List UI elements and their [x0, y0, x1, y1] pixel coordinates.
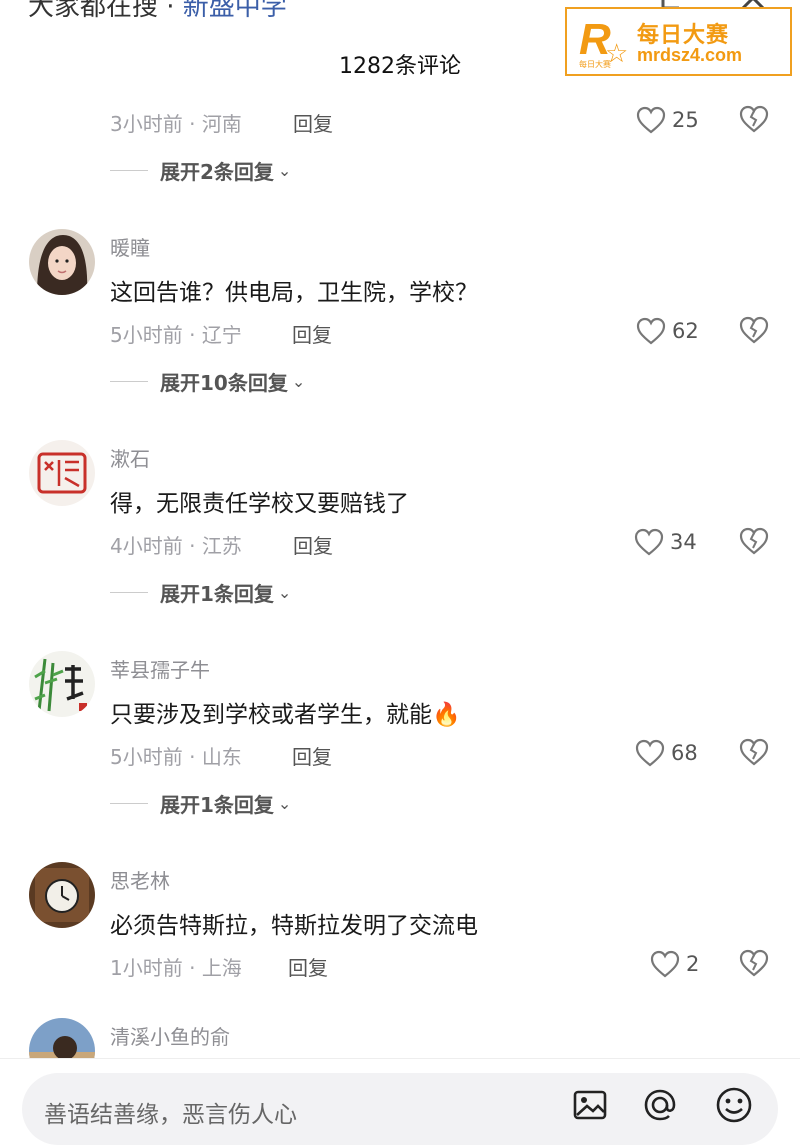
comment-meta: 3小时前 · 河南	[110, 112, 242, 136]
username[interactable]: 莘县孺子牛	[110, 654, 210, 683]
avatar[interactable]	[29, 229, 95, 295]
like-button[interactable]: 25	[636, 104, 699, 136]
expand-replies-label: 展开2条回复	[160, 159, 274, 184]
comment-location: 上海	[201, 956, 242, 980]
avatar[interactable]	[29, 862, 95, 928]
comment-input[interactable]: 善语结善缘，恶言伤人心	[22, 1073, 778, 1145]
search-hint-prefix: 大家都在搜 ·	[28, 0, 183, 22]
heart-icon	[636, 106, 666, 134]
reply-button[interactable]: 回复	[288, 952, 328, 981]
comment-text: 必须告特斯拉，特斯拉发明了交流电	[110, 913, 478, 939]
username[interactable]: 暖瞳	[110, 232, 150, 261]
comment-location: 河南	[201, 112, 242, 136]
comment-text: 这回告谁？供电局，卫生院，学校？	[110, 280, 478, 306]
like-button[interactable]: 62	[636, 315, 699, 347]
username[interactable]: 漱石	[110, 443, 150, 472]
comment-meta: 1小时前 · 上海	[110, 956, 242, 980]
comment-text-body: 只要涉及到学校或者学生，就能	[110, 702, 432, 728]
chevron-down-icon: ⌄	[291, 371, 306, 391]
watermark-url: mrdsz4.com	[637, 45, 743, 65]
search-hint-link[interactable]: 新盛中学	[183, 0, 287, 22]
dislike-button[interactable]	[738, 526, 770, 558]
reply-button[interactable]: 回复	[292, 741, 332, 770]
expand-replies-label: 展开1条回复	[160, 581, 274, 606]
emoji-icon[interactable]	[714, 1085, 754, 1125]
username[interactable]: 思老林	[110, 865, 170, 894]
comment-time: 4小时前	[110, 534, 183, 558]
heart-icon	[635, 739, 665, 767]
like-count: 68	[671, 741, 698, 765]
comment-meta: 5小时前 · 辽宁	[110, 323, 242, 347]
username[interactable]: 清溪小鱼的俞	[110, 1021, 230, 1050]
comment-text: 只要涉及到学校或者学生，就能🔥	[110, 695, 461, 729]
comment-time: 3小时前	[110, 112, 183, 136]
expand-replies[interactable]: 展开2条回复 ⌄	[110, 155, 291, 185]
expand-replies-label: 展开10条回复	[160, 370, 288, 395]
like-button[interactable]: 68	[635, 737, 698, 769]
like-count: 34	[670, 530, 697, 554]
dislike-button[interactable]	[738, 315, 770, 347]
divider-line	[110, 380, 148, 382]
divider-line	[110, 169, 148, 171]
comment-time: 1小时前	[110, 956, 183, 980]
broken-heart-icon	[739, 105, 769, 133]
at-icon[interactable]	[640, 1085, 680, 1125]
dislike-button[interactable]	[738, 948, 770, 980]
like-button[interactable]: 34	[634, 526, 697, 558]
comment-location: 山东	[201, 745, 242, 769]
watermark-logo: R ☆ 每日大赛 每日大赛 mrdsz4.com	[565, 7, 792, 76]
comment-input-placeholder: 善语结善缘，恶言伤人心	[44, 1102, 297, 1128]
chevron-down-icon: ⌄	[277, 793, 292, 813]
broken-heart-icon	[739, 949, 769, 977]
search-hint[interactable]: 大家都在搜 · 新盛中学	[28, 0, 287, 23]
broken-heart-icon	[739, 527, 769, 555]
reply-button[interactable]: 回复	[293, 108, 333, 137]
avatar[interactable]	[29, 651, 95, 717]
heart-icon	[634, 528, 664, 556]
comment-meta: 5小时前 · 山东	[110, 745, 242, 769]
fire-emoji: 🔥	[432, 702, 461, 728]
heart-icon	[636, 317, 666, 345]
avatar[interactable]	[29, 440, 95, 506]
watermark-emblem: R ☆ 每日大赛	[575, 15, 633, 69]
divider-line	[110, 802, 148, 804]
comment-time: 5小时前	[110, 745, 183, 769]
comment-location: 江苏	[201, 534, 242, 558]
like-count: 25	[672, 108, 699, 132]
watermark-small-text: 每日大赛	[579, 60, 611, 69]
comment-time: 5小时前	[110, 323, 183, 347]
reply-button[interactable]: 回复	[292, 319, 332, 348]
image-icon[interactable]	[570, 1085, 610, 1125]
expand-replies[interactable]: 展开10条回复 ⌄	[110, 366, 305, 396]
reply-button[interactable]: 回复	[293, 530, 333, 559]
broken-heart-icon	[739, 316, 769, 344]
dislike-button[interactable]	[738, 737, 770, 769]
dislike-button[interactable]	[738, 104, 770, 136]
expand-replies-label: 展开1条回复	[160, 792, 274, 817]
chevron-down-icon: ⌄	[277, 160, 292, 180]
broken-heart-icon	[739, 738, 769, 766]
comment-meta: 4小时前 · 江苏	[110, 534, 242, 558]
divider-line	[110, 591, 148, 593]
like-count: 2	[686, 952, 700, 976]
comment-location: 辽宁	[201, 323, 242, 347]
comment-input-bar: 善语结善缘，恶言伤人心	[0, 1058, 800, 1145]
like-button[interactable]: 2	[650, 948, 699, 980]
expand-replies[interactable]: 展开1条回复 ⌄	[110, 788, 291, 818]
chevron-down-icon: ⌄	[277, 582, 292, 602]
like-count: 62	[672, 319, 699, 343]
heart-icon	[650, 950, 680, 978]
comment-text: 得，无限责任学校又要赔钱了	[110, 491, 409, 517]
expand-replies[interactable]: 展开1条回复 ⌄	[110, 577, 291, 607]
